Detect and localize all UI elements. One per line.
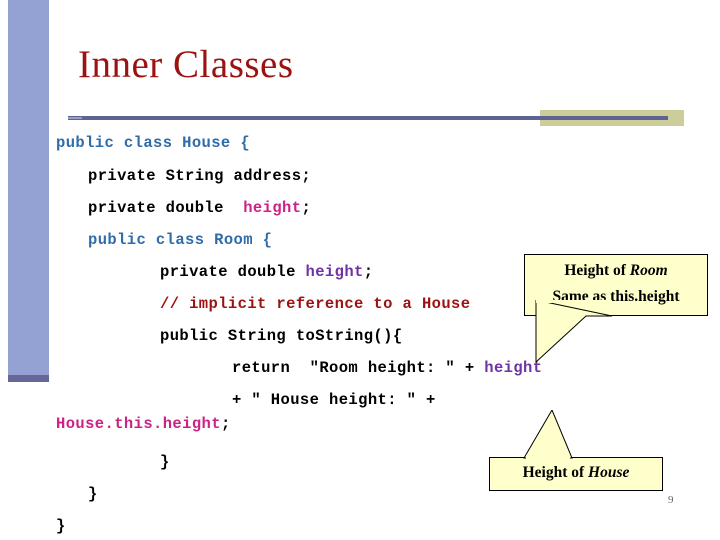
page-number: 9 — [668, 494, 674, 506]
line-class-house-span-0: public class House { — [56, 134, 251, 152]
callout-house-line-1: Height of House — [490, 464, 662, 482]
line-room-height: private double height; — [160, 263, 374, 281]
page-title: Inner Classes — [78, 43, 294, 86]
callout-house-line-1-emphasis: House — [588, 464, 630, 481]
callout-house-line-1-prefix: Height of — [522, 464, 589, 481]
line-close-2: } — [88, 485, 98, 503]
line-close-2-span-0: } — [88, 485, 98, 503]
line-room-height-span-0: private double — [160, 263, 306, 281]
line-house-this-span-0: House.this.height — [56, 415, 221, 433]
line-room-height-span-1: height — [305, 263, 364, 281]
line-address-span-0: private String address; — [88, 167, 312, 185]
callout-room-line-1: Height of Room — [525, 262, 707, 280]
line-house-height-span-0: private double — [88, 199, 244, 217]
line-tostring: public String toString(){ — [160, 327, 403, 345]
line-comment-span-0: // implicit reference to a House — [160, 295, 471, 313]
line-concat-span-0: + " House height: " + — [232, 391, 436, 409]
line-concat: + " House height: " + — [232, 391, 436, 409]
callout-room-tail — [535, 300, 613, 364]
title-divider-line — [68, 116, 668, 120]
callout-room-line-1-prefix: Height of — [564, 262, 630, 279]
title-divider-stub — [68, 117, 82, 119]
line-house-this: House.this.height; — [56, 415, 231, 433]
line-close-1-span-0: } — [160, 453, 170, 471]
line-return-span-0: return "Room height: " + — [232, 359, 485, 377]
line-close-1: } — [160, 453, 170, 471]
slide-canvas: Inner Classes public class House { privat… — [0, 0, 720, 540]
line-class-room-span-0: public class Room { — [88, 231, 273, 249]
line-comment: // implicit reference to a House — [160, 295, 471, 313]
line-house-height-span-1: height — [243, 199, 302, 217]
line-close-3-span-0: } — [56, 517, 66, 535]
line-close-3: } — [56, 517, 66, 535]
callout-room-line-1-emphasis: Room — [629, 262, 668, 279]
line-room-height-span-2: ; — [363, 263, 374, 281]
callout-height-of-house: Height of House — [489, 457, 663, 491]
line-house-height-span-2: ; — [301, 199, 312, 217]
line-house-this-span-1: ; — [220, 415, 231, 433]
line-tostring-span-0: public String toString(){ — [160, 327, 403, 345]
callout-house-tail — [523, 410, 573, 461]
line-class-room: public class Room { — [88, 231, 273, 249]
line-return: return "Room height: " + height — [232, 359, 542, 377]
line-class-house: public class House { — [56, 134, 251, 152]
line-house-height: private double height; — [88, 199, 312, 217]
line-address: private String address; — [88, 167, 312, 185]
